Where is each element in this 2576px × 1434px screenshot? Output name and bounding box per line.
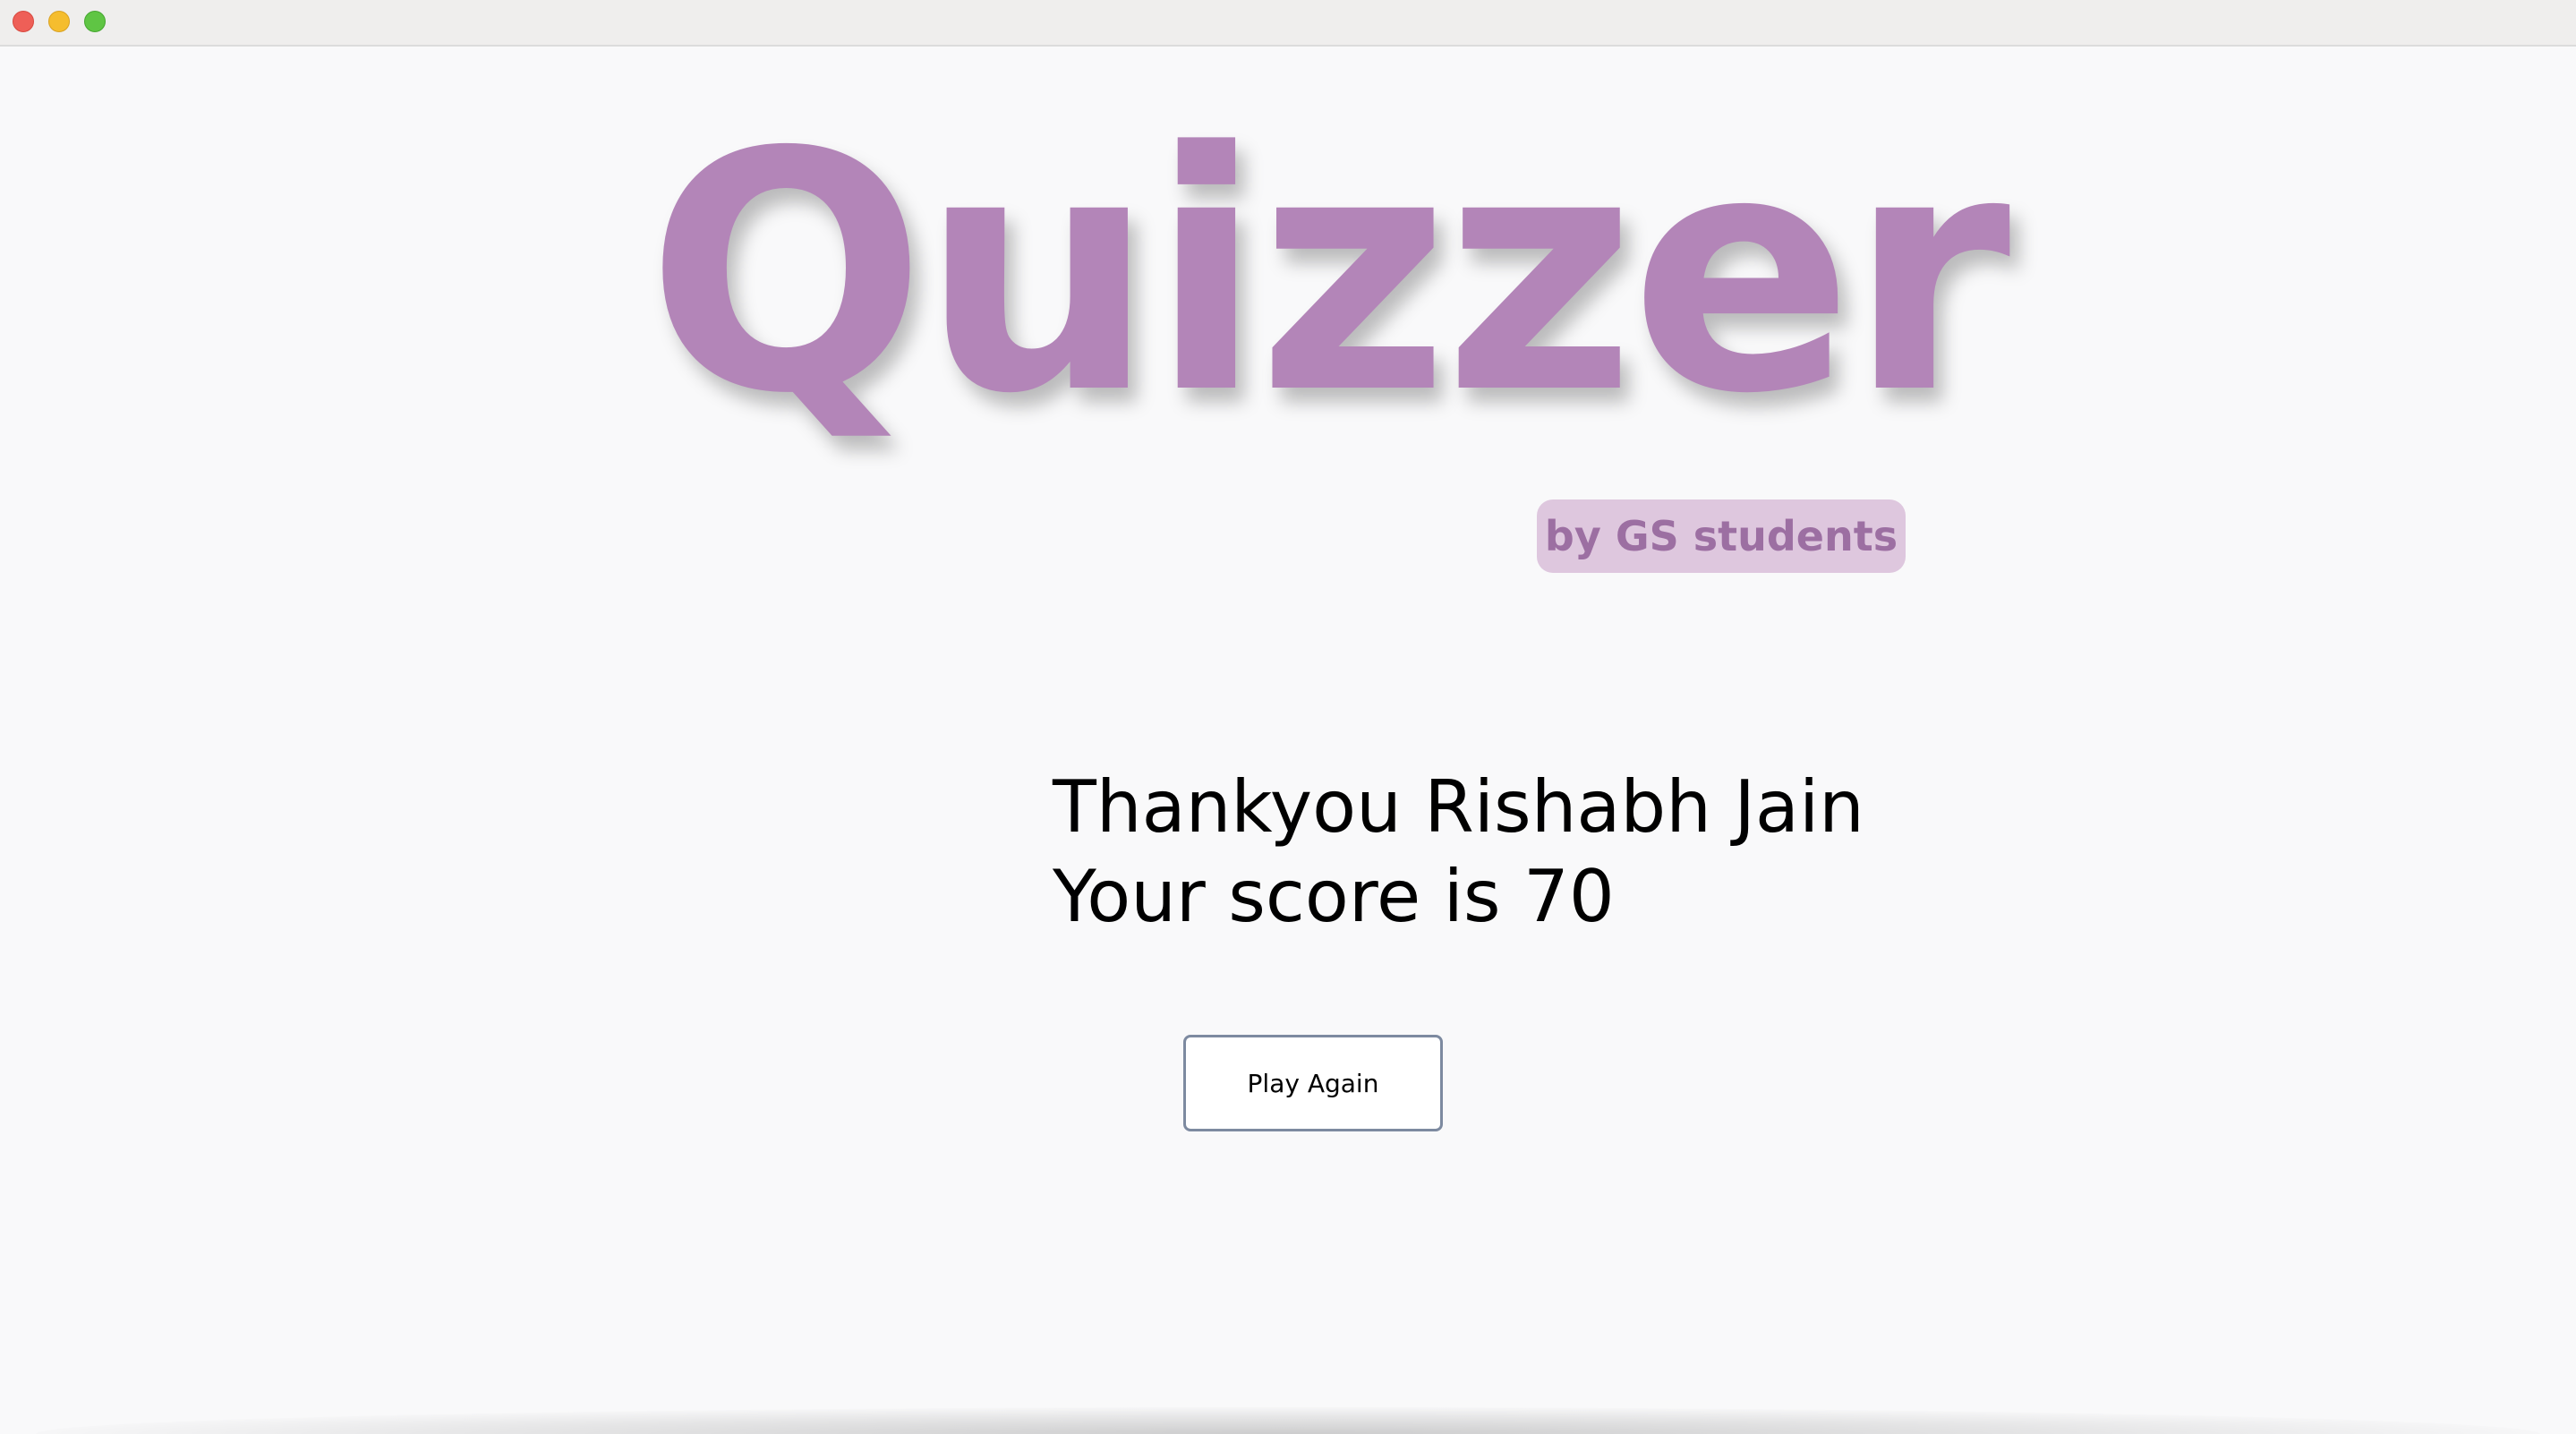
logo-subtitle-badge: by GS students [1537,499,1906,573]
logo-subtitle: by GS students [1544,512,1898,560]
result-message: Thankyou Rishabh Jain Your score is 70 [1053,763,1864,942]
score-text: Your score is 70 [1053,855,1615,938]
quizzer-logo: Quizzer by GS students [627,109,2010,575]
zoom-window-button[interactable] [84,11,106,32]
title-bar[interactable] [0,0,2576,47]
app-window: Quizzer by GS students Thankyou Rishabh … [0,0,2576,1434]
thank-you-text: Thankyou Rishabh Jain [1053,765,1864,849]
close-window-button[interactable] [13,11,34,32]
main-content: Quizzer by GS students Thankyou Rishabh … [0,47,2576,1434]
play-again-button[interactable]: Play Again [1183,1035,1443,1131]
logo-title: Quizzer [646,81,2010,465]
window-bottom-shadow [36,1407,2540,1434]
minimize-window-button[interactable] [48,11,70,32]
